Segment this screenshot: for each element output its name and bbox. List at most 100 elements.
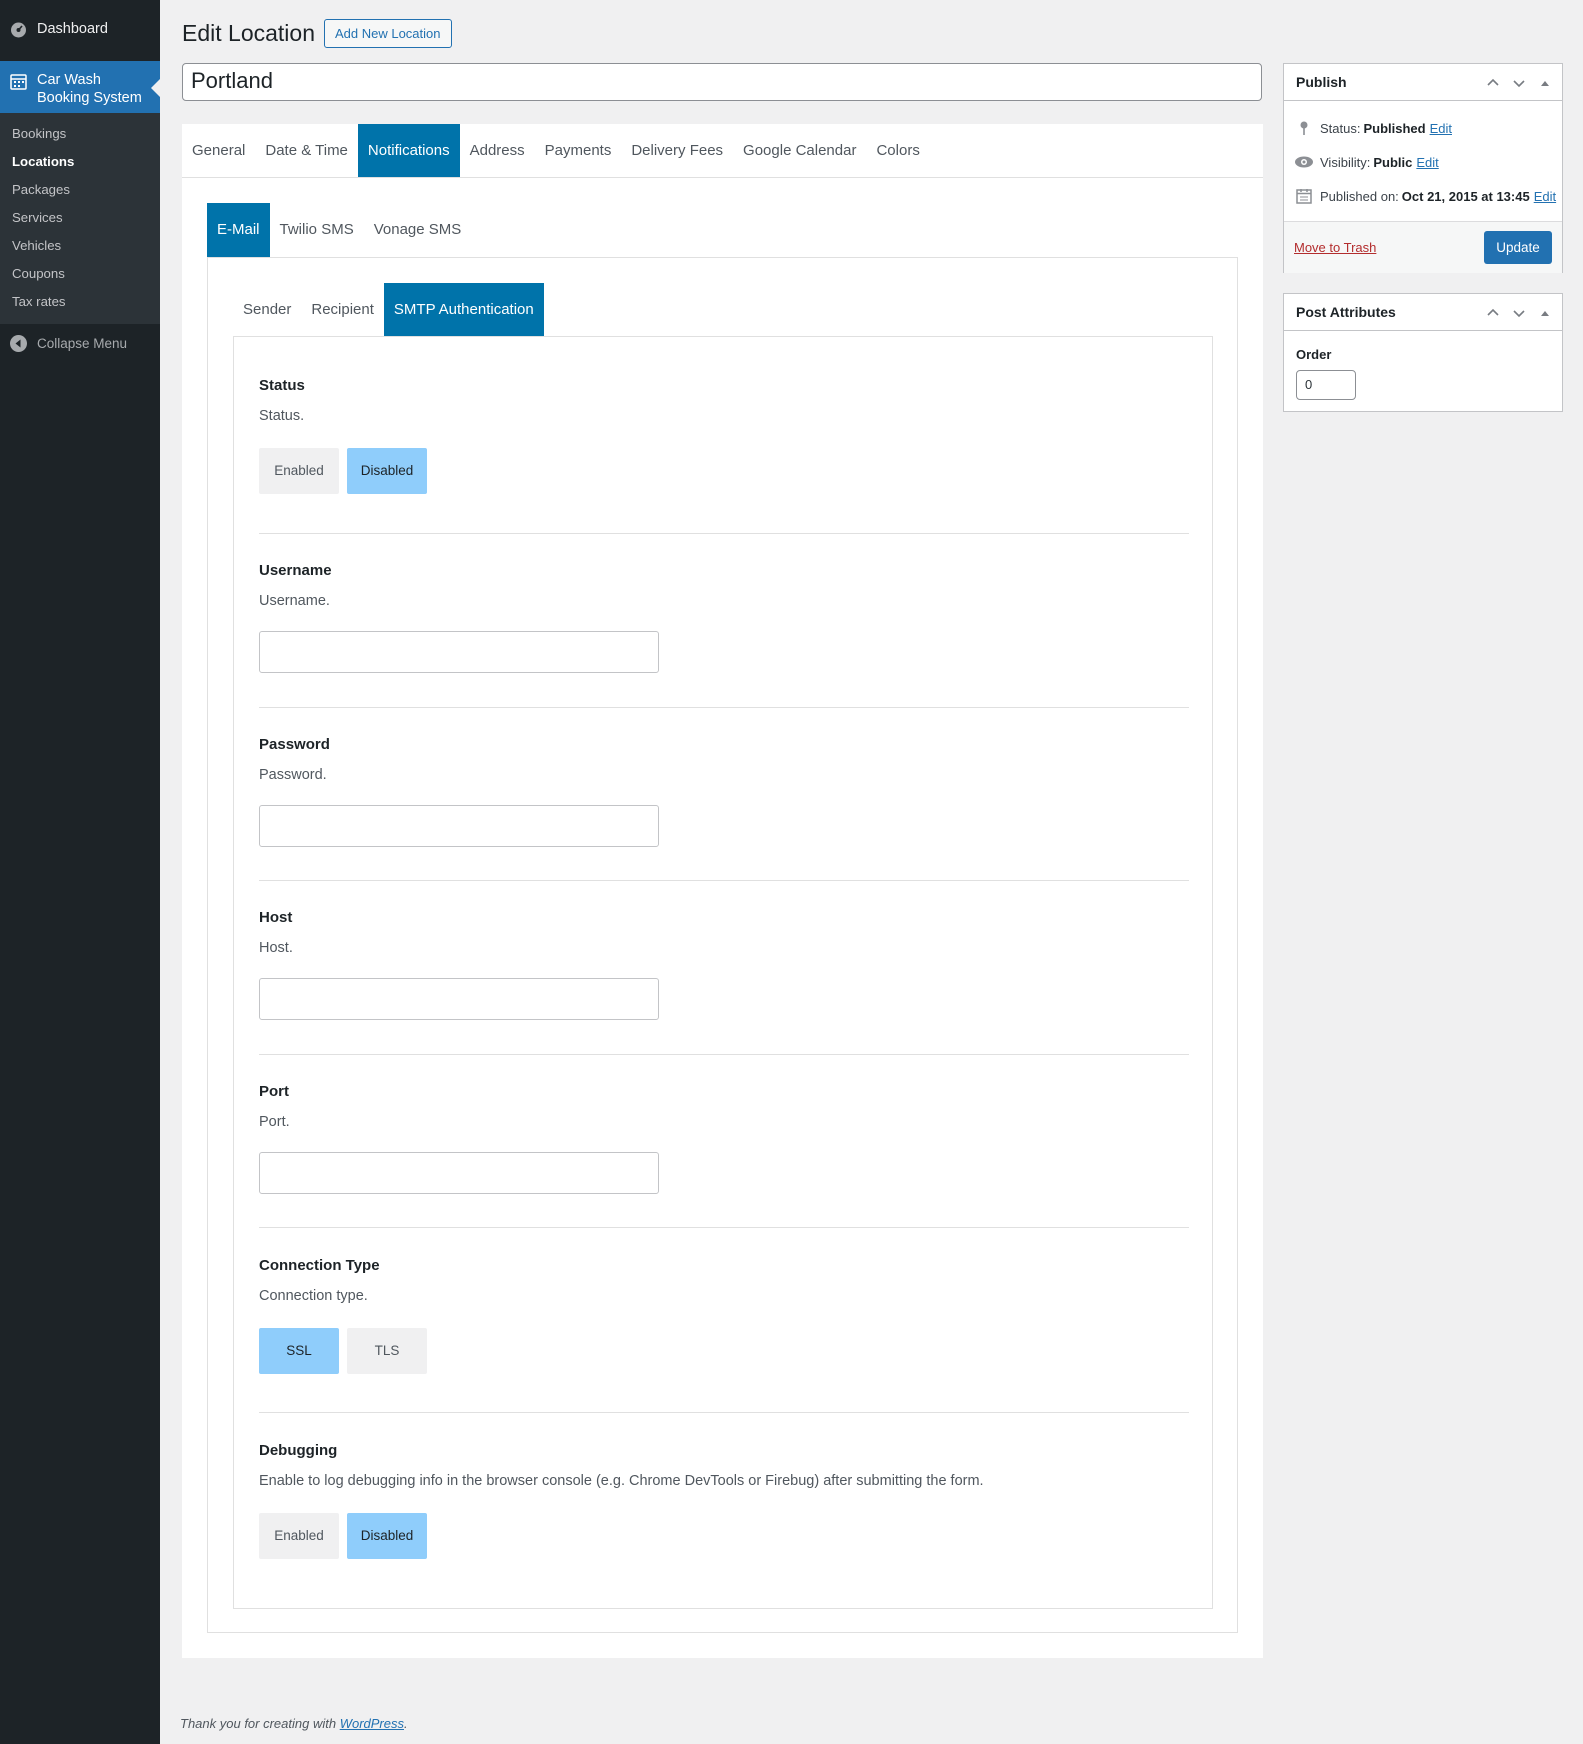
main-tabs: General Date & Time Notifications Addres… bbox=[182, 124, 1263, 178]
field-description: Host. bbox=[259, 940, 293, 956]
move-to-trash-link[interactable]: Move to Trash bbox=[1294, 240, 1376, 255]
post-attributes-title: Post Attributes bbox=[1296, 304, 1396, 320]
field-label: Port bbox=[259, 1083, 289, 1100]
post-attributes-header: Post Attributes bbox=[1284, 294, 1562, 331]
sidebar-item-car-wash[interactable]: Car Wash Booking System bbox=[0, 61, 160, 113]
field-label: Status bbox=[259, 377, 305, 394]
tab-delivery-fees[interactable]: Delivery Fees bbox=[621, 124, 733, 177]
smtp-panel: Status Status. Enabled Disabled Username… bbox=[233, 336, 1213, 1609]
status-disabled-option[interactable]: Disabled bbox=[347, 448, 427, 494]
tab-recipient[interactable]: Recipient bbox=[301, 283, 384, 336]
email-panel: Sender Recipient SMTP Authentication Sta… bbox=[207, 257, 1238, 1633]
connection-ssl-option[interactable]: SSL bbox=[259, 1328, 339, 1374]
chevron-down-icon[interactable] bbox=[1510, 74, 1528, 92]
sidebar-item-tax-rates[interactable]: Tax rates bbox=[0, 288, 160, 316]
tab-colors[interactable]: Colors bbox=[866, 124, 929, 177]
collapse-menu-button[interactable]: Collapse Menu bbox=[0, 326, 160, 360]
pin-icon bbox=[1294, 119, 1314, 137]
debugging-toggle: Enabled Disabled bbox=[259, 1513, 1189, 1559]
debugging-disabled-option[interactable]: Disabled bbox=[347, 1513, 427, 1559]
tab-vonage-sms[interactable]: Vonage SMS bbox=[364, 203, 472, 257]
field-description: Username. bbox=[259, 593, 330, 609]
sidebar-item-label: Car Wash Booking System bbox=[37, 72, 142, 106]
toggle-panel-icon[interactable] bbox=[1536, 74, 1554, 92]
sidebar-item-packages[interactable]: Packages bbox=[0, 176, 160, 204]
post-title-input[interactable]: Portland bbox=[182, 63, 1262, 101]
calendar-icon bbox=[10, 73, 27, 90]
username-input[interactable] bbox=[259, 631, 659, 673]
sidebar-item-services[interactable]: Services bbox=[0, 204, 160, 232]
password-field: Password Password. bbox=[259, 736, 1189, 847]
port-field: Port Port. bbox=[259, 1083, 1189, 1194]
sidebar-item-vehicles[interactable]: Vehicles bbox=[0, 232, 160, 260]
email-subtabs: Sender Recipient SMTP Authentication bbox=[233, 283, 544, 336]
tab-general[interactable]: General bbox=[182, 124, 255, 177]
sidebar-item-coupons[interactable]: Coupons bbox=[0, 260, 160, 288]
status-toggle: Enabled Disabled bbox=[259, 448, 1189, 494]
published-value: Oct 21, 2015 at 13:45 bbox=[1401, 188, 1530, 204]
tab-notifications[interactable]: Notifications bbox=[357, 124, 460, 177]
password-input[interactable] bbox=[259, 805, 659, 847]
tab-address[interactable]: Address bbox=[460, 124, 535, 177]
host-input[interactable] bbox=[259, 978, 659, 1020]
connection-type-field: Connection Type Connection type. SSL TLS bbox=[259, 1257, 1189, 1374]
divider bbox=[259, 1412, 1189, 1413]
field-label: Debugging bbox=[259, 1442, 338, 1459]
update-button[interactable]: Update bbox=[1484, 231, 1552, 264]
chevron-down-icon[interactable] bbox=[1510, 304, 1528, 322]
sidebar-item-locations[interactable]: Locations bbox=[0, 148, 160, 176]
tab-payments[interactable]: Payments bbox=[535, 124, 622, 177]
divider bbox=[259, 707, 1189, 708]
tab-google-calendar[interactable]: Google Calendar bbox=[733, 124, 866, 177]
debugging-field: Debugging Enable to log debugging info i… bbox=[259, 1442, 1189, 1559]
edit-visibility-link[interactable]: Edit bbox=[1416, 155, 1438, 170]
field-label: Connection Type bbox=[259, 1257, 380, 1274]
status-enabled-option[interactable]: Enabled bbox=[259, 448, 339, 494]
field-description: Connection type. bbox=[259, 1288, 368, 1304]
admin-footer: Thank you for creating with WordPress. bbox=[180, 1716, 408, 1731]
field-label: Host bbox=[259, 909, 293, 926]
post-attributes-box: Post Attributes Order 0 bbox=[1283, 293, 1563, 412]
visibility-label: Visibility: bbox=[1320, 154, 1371, 170]
publish-status-row: Status: Published Edit bbox=[1284, 111, 1562, 145]
edit-date-link[interactable]: Edit bbox=[1534, 189, 1556, 204]
wordpress-link[interactable]: WordPress bbox=[340, 1716, 404, 1731]
divider bbox=[259, 533, 1189, 534]
divider bbox=[259, 1227, 1189, 1228]
connection-tls-option[interactable]: TLS bbox=[347, 1328, 427, 1374]
publish-box-title: Publish bbox=[1296, 74, 1347, 90]
dashboard-icon bbox=[10, 21, 27, 38]
port-input[interactable] bbox=[259, 1152, 659, 1194]
chevron-up-icon[interactable] bbox=[1484, 304, 1502, 322]
publish-actions: Move to Trash Update bbox=[1284, 221, 1562, 273]
tab-twilio-sms[interactable]: Twilio SMS bbox=[270, 203, 364, 257]
sidebar-item-dashboard[interactable]: Dashboard bbox=[0, 0, 160, 58]
footer-text: Thank you for creating with bbox=[180, 1716, 337, 1731]
sidebar-item-label: Dashboard bbox=[37, 21, 108, 37]
debugging-enabled-option[interactable]: Enabled bbox=[259, 1513, 339, 1559]
chevron-up-icon[interactable] bbox=[1484, 74, 1502, 92]
field-label: Username bbox=[259, 562, 332, 579]
field-description: Port. bbox=[259, 1114, 290, 1130]
page-header: Edit Location Add New Location bbox=[182, 19, 452, 48]
edit-status-link[interactable]: Edit bbox=[1430, 121, 1452, 136]
visibility-value: Public bbox=[1373, 154, 1413, 170]
sidebar-item-bookings[interactable]: Bookings bbox=[0, 120, 160, 148]
order-input[interactable]: 0 bbox=[1296, 370, 1356, 400]
tab-date-time[interactable]: Date & Time bbox=[255, 124, 358, 177]
publish-visibility-row: Visibility: Public Edit bbox=[1284, 145, 1562, 179]
field-description: Status. bbox=[259, 408, 305, 424]
field-description: Password. bbox=[259, 767, 327, 783]
eye-icon bbox=[1294, 153, 1314, 171]
add-new-location-button[interactable]: Add New Location bbox=[323, 19, 452, 48]
toggle-panel-icon[interactable] bbox=[1536, 304, 1554, 322]
box-controls bbox=[1484, 64, 1554, 101]
host-field: Host Host. bbox=[259, 909, 1189, 1020]
tab-smtp-authentication[interactable]: SMTP Authentication bbox=[383, 283, 544, 336]
tab-sender[interactable]: Sender bbox=[233, 283, 301, 336]
username-field: Username Username. bbox=[259, 562, 1189, 673]
connection-type-toggle: SSL TLS bbox=[259, 1328, 1189, 1374]
field-label: Password bbox=[259, 736, 330, 753]
tab-email[interactable]: E-Mail bbox=[207, 203, 270, 257]
admin-sidebar: Dashboard Car Wash Booking System Bookin… bbox=[0, 0, 160, 1744]
